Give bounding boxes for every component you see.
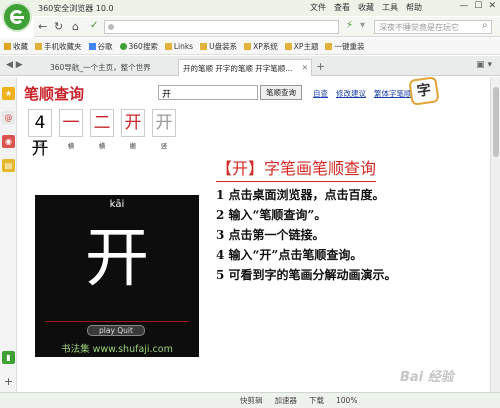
star-icon[interactable]: ★ xyxy=(2,87,15,100)
tab-menu-icon[interactable]: ▣ ▾ xyxy=(476,60,492,70)
stroke-box: 开 竖 xyxy=(152,109,176,151)
bookmarks-bar: 收藏 手机收藏夹 谷歌 360搜索 Links U盘装系 XP系统 XP主题 一… xyxy=(0,38,500,55)
left-sidebar: ★ @ ◉ ▤ ▮ + xyxy=(0,77,17,392)
window-controls: — ☐ ✕ xyxy=(459,1,496,11)
instruction-steps: 1 点击桌面浏览器，点击百度。 2 输入“笔顺查询”。 3 点击第一个链接。 4… xyxy=(216,185,397,285)
tab-bar: ◀ ▶ 360导航_一个主页，整个世界 开的笔顺 开字的笔顺 开字笔顺... ✕ … xyxy=(0,56,500,76)
quick-clip-button[interactable]: 快剪辑 xyxy=(240,395,263,406)
watermark: Bai 经验 xyxy=(400,370,454,385)
stroke-sequence: 4 开 kāi 一 横 二 横 开 撇 开 竖 xyxy=(28,109,176,159)
tab-nav-icon[interactable]: ◀ ▶ xyxy=(6,60,23,70)
shield-icon[interactable]: ✓ xyxy=(90,20,98,31)
maximize-icon[interactable]: ☐ xyxy=(474,1,482,11)
search-icon[interactable]: ⌕ xyxy=(482,20,488,31)
add-icon[interactable]: + xyxy=(2,375,15,388)
zoom-level[interactable]: 100% xyxy=(336,396,357,405)
step-item: 3 点击第一个链接。 xyxy=(216,228,325,242)
stroke-char: 开 xyxy=(152,109,176,137)
home-icon[interactable]: ⌂ xyxy=(72,20,79,33)
query-button[interactable]: 笔顺查询 xyxy=(260,85,302,100)
bookmark-item[interactable]: 收藏 xyxy=(4,41,28,52)
back-icon[interactable]: ← xyxy=(38,20,47,33)
stroke-box: 开 撇 xyxy=(121,109,145,151)
step-item: 4 输入“开”点击笔顺查询。 xyxy=(216,248,363,262)
stroke-animation-panel: kāi 开 play Quit 书法集 www.shufaji.com xyxy=(35,195,199,357)
stroke-label: 撇 xyxy=(129,142,137,150)
vertical-scrollbar[interactable] xyxy=(490,77,500,392)
menu-favorites[interactable]: 收藏 xyxy=(358,2,374,13)
navigation-bar: ← ↻ ⌂ ✓ ⚡ ▾ 深夜不睡觉竟是在玩它 ⌕ xyxy=(34,17,500,37)
stroke-label: 横 xyxy=(98,142,106,150)
stroke-label: 横 xyxy=(67,142,75,150)
link-traditional[interactable]: 繁体字笔顺 xyxy=(374,88,412,99)
weibo-icon[interactable]: ◉ xyxy=(2,135,15,148)
instructions-heading: 【开】字笔画笔顺查询 xyxy=(216,155,377,182)
tab-close-icon[interactable]: ✕ xyxy=(302,63,308,72)
stroke-count: 4 xyxy=(34,113,46,133)
bookmark-item[interactable]: 谷歌 xyxy=(88,41,113,52)
menu-bar: 文件 查看 收藏 工具 帮助 xyxy=(310,2,422,13)
step-item: 2 输入“笔顺查询”。 xyxy=(216,208,327,222)
browser-logo-icon[interactable] xyxy=(2,2,32,32)
page-links: 自查 修改建议 繁体字笔顺 xyxy=(313,88,412,99)
link-self-check[interactable]: 自查 xyxy=(313,88,328,99)
trash-icon[interactable]: ▮ xyxy=(2,351,15,364)
refresh-icon[interactable]: ↻ xyxy=(54,20,63,33)
menu-tools[interactable]: 工具 xyxy=(382,2,398,13)
accelerator-button[interactable]: 加速器 xyxy=(275,395,298,406)
window-title: 360安全浏览器 10.0 xyxy=(38,4,114,13)
close-icon[interactable]: ✕ xyxy=(488,1,496,11)
char-query-input[interactable]: 开 xyxy=(158,85,258,100)
play-quit-button[interactable]: play Quit xyxy=(87,325,145,336)
new-tab-icon[interactable]: + xyxy=(316,60,325,73)
title-bar: 360安全浏览器 10.0 文件 查看 收藏 工具 帮助 — ☐ ✕ xyxy=(0,0,500,16)
stroke-char: 一 xyxy=(59,109,83,137)
tab-360-nav[interactable]: 360导航_一个主页，整个世界 xyxy=(46,59,174,76)
stroke-char: 开 xyxy=(31,139,49,159)
step-item: 5 可看到字的笔画分解动画演示。 xyxy=(216,268,397,282)
stroke-char: 开 xyxy=(121,109,145,137)
web-page: 笔顺查询 开 笔顺查询 自查 修改建议 繁体字笔顺 字 4 开 kāi 一 横 … xyxy=(18,77,490,392)
note-icon[interactable]: ▤ xyxy=(2,159,15,172)
status-bar: 快剪辑 加速器 下载 100% xyxy=(0,392,500,408)
bookmark-item[interactable]: XP系统 xyxy=(244,41,278,52)
divider xyxy=(45,321,189,322)
dropdown-icon[interactable]: ▾ xyxy=(360,20,365,31)
bookmark-item[interactable]: U盘装系 xyxy=(200,41,237,52)
bookmark-item[interactable]: Links xyxy=(164,42,193,51)
step-item: 1 点击桌面浏览器，点击百度。 xyxy=(216,188,385,202)
address-input[interactable] xyxy=(104,20,339,34)
stroke-box: 二 横 xyxy=(90,109,114,151)
site-logo: 字 xyxy=(408,77,440,106)
page-title: 笔顺查询 xyxy=(24,85,85,103)
bookmark-item[interactable]: 一键重装 xyxy=(325,41,364,52)
stroke-char: 二 xyxy=(90,109,114,137)
menu-help[interactable]: 帮助 xyxy=(406,2,422,13)
site-credit: 书法集 www.shufaji.com xyxy=(61,344,173,355)
bookmark-item[interactable]: 手机收藏夹 xyxy=(35,41,82,52)
stroke-box: 4 开 kāi xyxy=(28,109,52,159)
link-suggestion[interactable]: 修改建议 xyxy=(336,88,366,99)
stroke-label: 竖 xyxy=(160,142,168,150)
download-button[interactable]: 下载 xyxy=(309,395,324,406)
lightning-icon[interactable]: ⚡ xyxy=(346,20,353,31)
stroke-box: 一 横 xyxy=(59,109,83,151)
tab-stroke-order[interactable]: 开的笔顺 开字的笔顺 开字笔顺... ✕ xyxy=(178,59,312,76)
animation-char: 开 xyxy=(85,222,149,296)
minimize-icon[interactable]: — xyxy=(459,1,468,11)
bookmark-item[interactable]: 360搜索 xyxy=(119,41,158,52)
menu-file[interactable]: 文件 xyxy=(310,2,326,13)
bookmark-item[interactable]: XP主题 xyxy=(284,41,318,52)
email-icon[interactable]: @ xyxy=(2,111,15,124)
search-input[interactable]: 深夜不睡觉竟是在玩它 xyxy=(374,20,492,34)
menu-view[interactable]: 查看 xyxy=(334,2,350,13)
